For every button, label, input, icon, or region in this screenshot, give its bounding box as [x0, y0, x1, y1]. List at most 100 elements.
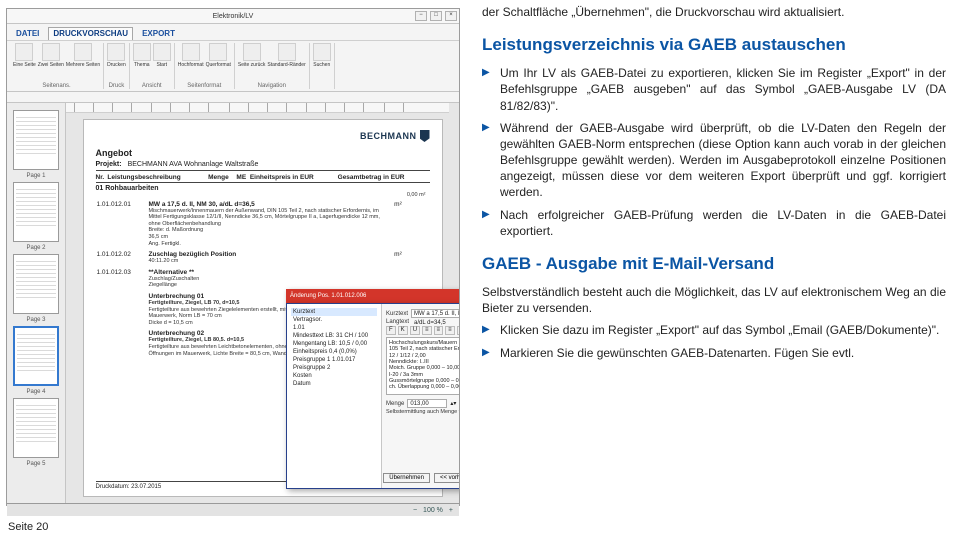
section-amount: 0,00 m²	[96, 192, 430, 199]
icon-multi-page[interactable]: Mehrere Seiten	[66, 43, 100, 68]
ribbon-group-label: Seitenformat	[178, 83, 231, 89]
align-button[interactable]: ≡	[422, 326, 432, 335]
ribbon-tabs: DATEI DRUCKVORSCHAU EXPORT	[7, 24, 459, 41]
dialog-sidebar: Kurztext Vertragsor. 1.01 Mindesttext LB…	[287, 304, 382, 488]
th-me: ME	[236, 173, 249, 183]
bullet-item: Klicken Sie dazu im Register „Export" au…	[482, 322, 946, 338]
icon-theme[interactable]: Thema	[133, 43, 151, 68]
statusbar: − 100 % +	[7, 503, 459, 516]
underline-button[interactable]: U	[410, 326, 420, 335]
prev-button[interactable]: << vorh.	[434, 473, 459, 483]
pos-m3: Ang. Fertigkl.	[149, 241, 391, 248]
minimize-button[interactable]: −	[415, 11, 427, 21]
sidebar-item[interactable]: Mengentang LB: 10,5 / 0,00	[291, 340, 377, 348]
icon-margins[interactable]: Standard-Ränder	[267, 43, 305, 68]
icon-one-page[interactable]: Eine Seite	[13, 43, 36, 68]
pos-desc: 40:11.20 cm	[149, 258, 391, 265]
sidebar-item[interactable]: Datum	[291, 380, 377, 388]
ribbon-group-label: Seitenans.	[13, 83, 100, 89]
thumbnail-label: Page 2	[9, 245, 63, 251]
close-button[interactable]: ×	[445, 11, 457, 21]
sidebar-item[interactable]: Mindesttext LB: 31 CH / 100	[291, 332, 377, 340]
pos-desc: Mischmauerwerk/Innenmauern der Außenwand…	[149, 208, 391, 228]
icon-prev-page[interactable]: Seite zurück	[238, 43, 266, 68]
pos-desc: Zuschlag/Zuschalten	[149, 276, 391, 283]
dialog-title: Änderung Pos. 1.01.012.006	[290, 293, 366, 299]
brand-logo: BECHMANN	[360, 130, 430, 142]
menge-label: Menge	[386, 401, 404, 407]
ribbon-group-label: Navigation	[238, 83, 306, 89]
maximize-button[interactable]: □	[430, 11, 442, 21]
paragraph-email: Selbstverständlich besteht auch die Mögl…	[482, 284, 946, 316]
dialog-buttons: Übernehmen << vorh. Abbrechen	[383, 473, 459, 483]
search-button[interactable]: Suchen	[313, 43, 331, 68]
thumbnail[interactable]	[13, 254, 59, 314]
align-button[interactable]: ≡	[434, 326, 444, 335]
italic-button[interactable]: K	[398, 326, 408, 335]
instruction-text: der Schaltfläche „Übernehmen", die Druck…	[482, 4, 946, 369]
thumbnail-label: Page 3	[9, 317, 63, 323]
ruler	[66, 103, 449, 113]
ribbon-group-seitenansicht: Eine Seite Zwei Seiten Mehrere Seiten Se…	[10, 43, 104, 89]
bullet-list-2: Klicken Sie dazu im Register „Export" au…	[482, 322, 946, 360]
ribbon-group-seitenformat: Hochformat Querformat Seitenformat	[175, 43, 235, 89]
pos-nr: 1.01.012.02	[96, 249, 148, 267]
sidebar-item[interactable]: Kosten	[291, 372, 377, 380]
sidebar-item[interactable]: Vertragsor.	[291, 316, 377, 324]
heading-gaeb-email: GAEB - Ausgabe mit E-Mail-Versand	[482, 253, 946, 276]
pos-nr: 1.01.012.01	[96, 199, 148, 250]
langtext-label: Langtext	[386, 319, 409, 325]
sidebar-item[interactable]: Preisgruppe 1 1.01.017	[291, 356, 377, 364]
edit-dialog: Kurztext Vertragsor. 1.01 Mindesttext LB…	[286, 303, 459, 489]
bullet-item: Um Ihr LV als GAEB-Datei zu exportieren,…	[482, 65, 946, 114]
tab-export[interactable]: EXPORT	[137, 27, 180, 40]
pos-nr: 1.01.012.03	[96, 267, 148, 291]
thumbnail[interactable]	[13, 182, 59, 242]
kurztext-field[interactable]: MW a 17,5 d. II, NM 30, a/dL d=34,5	[411, 309, 459, 318]
thumbnail[interactable]	[13, 398, 59, 458]
doc-footer-left: Druckdatum: 23.07.2015	[96, 484, 162, 490]
mini-toolbar: F K U ≡ ≡ ≡ 1 15 ↻ ≡	[386, 326, 459, 335]
sidebar-item[interactable]: Einheitspreis 0,4 (0,0%)	[291, 348, 377, 356]
th-ep: Einheitspreis in EUR	[250, 173, 338, 183]
th-desc: Leistungsbeschreibung	[107, 173, 208, 183]
tab-file[interactable]: DATEI	[11, 27, 44, 40]
print-preview-window: Elektronik/LV − □ × DATEI DRUCKVORSCHAU …	[6, 8, 460, 506]
zoom-out-icon[interactable]: −	[413, 507, 417, 514]
menge-field[interactable]: 013,00	[407, 399, 447, 408]
thumbnail[interactable]	[13, 326, 59, 386]
project-value: BECHMANN AVA Wohnanlage Waltstraße	[128, 161, 259, 168]
app-body: Page 1 Page 2 Page 3 Page 4 Page 5	[7, 103, 459, 503]
langtext-area[interactable]: Hochschulungskurs/Mauern der Außenwand, …	[386, 337, 459, 395]
doc-section: 01 Rohbauarbeiten	[96, 185, 430, 192]
print-button[interactable]: Drucken	[107, 43, 126, 68]
icon-two-page[interactable]: Zwei Seiten	[38, 43, 64, 68]
icon-portrait[interactable]: Hochformat	[178, 43, 204, 68]
project-label: Projekt:	[96, 161, 122, 168]
align-button[interactable]: ≡	[445, 326, 455, 335]
num-1[interactable]: 1	[457, 326, 459, 335]
tab-druckvorschau[interactable]: DRUCKVORSCHAU	[48, 27, 133, 40]
icon-start[interactable]: Start	[153, 43, 171, 68]
ribbon-group-suchen: Suchen	[310, 43, 335, 89]
dialog-titlebar[interactable]: Änderung Pos. 1.01.012.006 − ×	[286, 289, 459, 303]
doc-header-table: Nr. Leistungsbeschreibung Menge ME Einhe…	[96, 173, 430, 183]
document-area: BECHMANN Angebot Projekt: BECHMANN AVA W…	[66, 103, 459, 503]
sidebar-item[interactable]: 1.01	[291, 324, 377, 332]
ribbon-group-label: Ansicht	[133, 83, 171, 89]
ribbon: Eine Seite Zwei Seiten Mehrere Seiten Se…	[7, 41, 459, 92]
sidebar-item[interactable]: Preisgruppe 2	[291, 364, 377, 372]
apply-button[interactable]: Übernehmen	[383, 473, 430, 483]
pos-text: Zuschlag bezüglich Position	[149, 251, 391, 258]
bullet-item: Markieren Sie die gewünschten GAEB-Daten…	[482, 345, 946, 361]
stepper-icon[interactable]: ▴▾	[450, 400, 456, 407]
titlebar-text: Elektronik/LV	[213, 13, 254, 20]
pos-m2: 36,5 cm	[149, 234, 391, 241]
thumbnail[interactable]	[13, 110, 59, 170]
sidebar-item[interactable]: Kurztext	[291, 308, 377, 316]
quickbar	[7, 92, 459, 103]
thumbnail-label: Page 4	[9, 389, 63, 395]
icon-landscape[interactable]: Querformat	[206, 43, 231, 68]
zoom-in-icon[interactable]: +	[449, 507, 453, 514]
bold-button[interactable]: F	[386, 326, 396, 335]
